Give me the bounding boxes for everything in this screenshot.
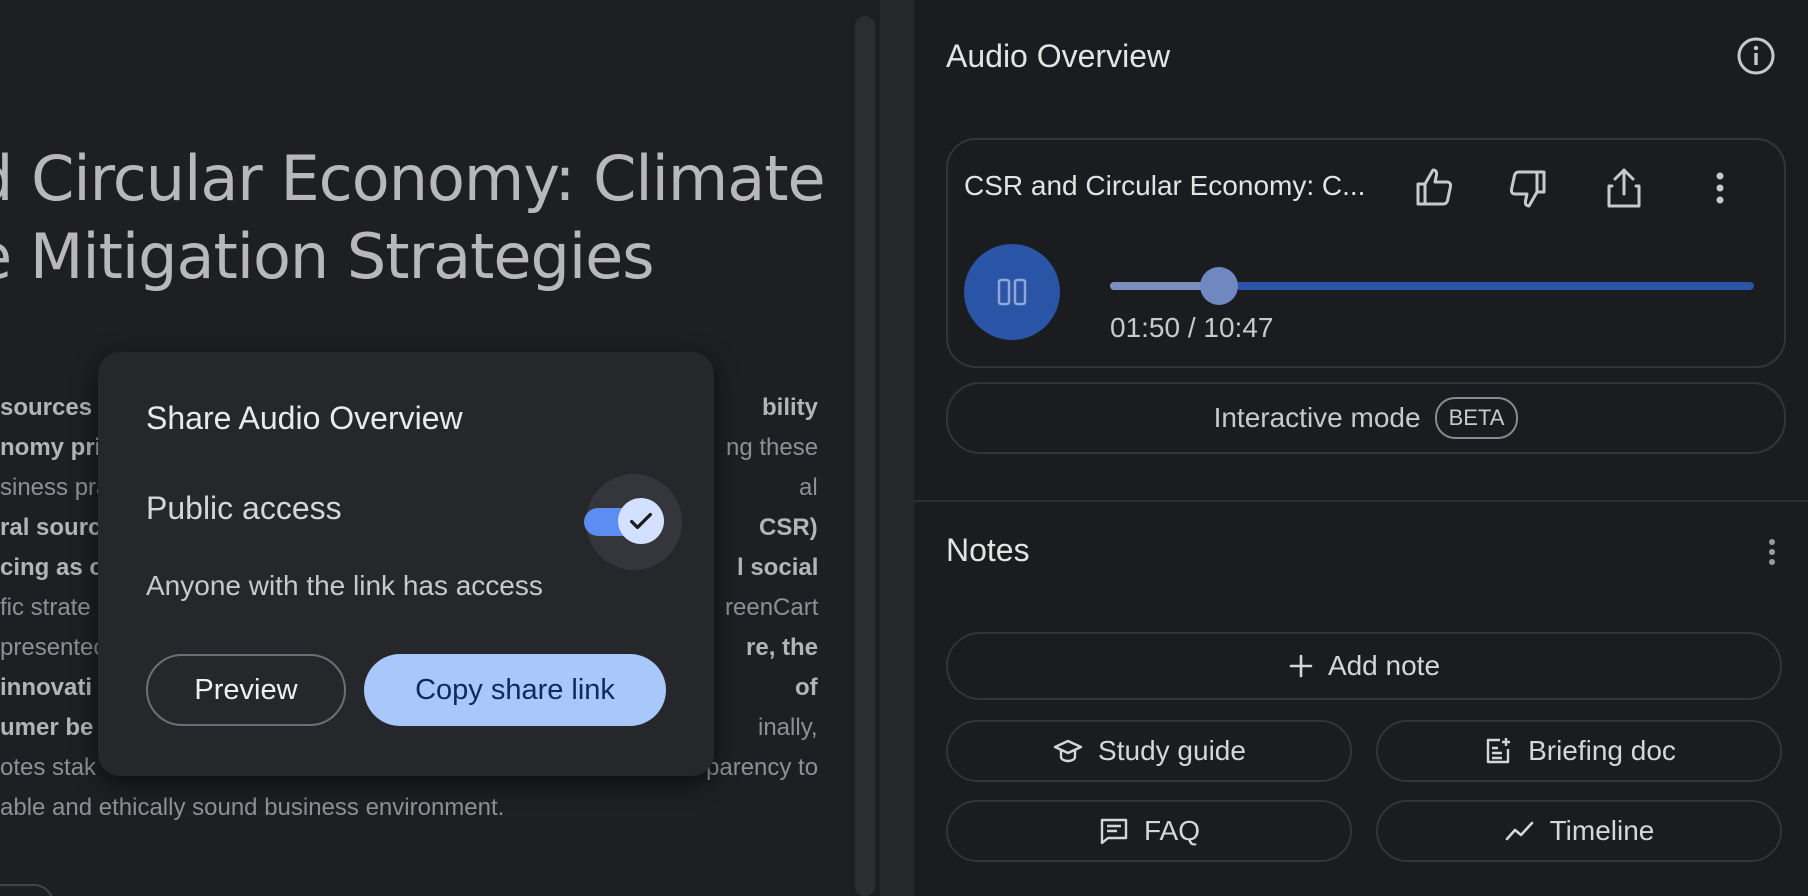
share-icon[interactable]	[1600, 164, 1648, 212]
more-vert-icon[interactable]	[1696, 164, 1744, 212]
thumbs-down-icon[interactable]	[1504, 164, 1552, 212]
faq-chat-icon	[1100, 818, 1128, 845]
panel-divider[interactable]	[880, 0, 914, 896]
document-title-line: e Mitigation Strategies	[0, 220, 655, 293]
pause-icon	[997, 278, 1027, 306]
public-access-toggle[interactable]	[584, 474, 682, 570]
checkmark-icon	[630, 512, 652, 530]
summary-fragment: able and ethically sound business enviro…	[0, 794, 505, 821]
public-access-label: Public access	[146, 490, 342, 526]
summary-fragment: of	[795, 674, 818, 701]
summary-fragment: innovati	[0, 674, 93, 701]
summary-fragment: nomy pri	[0, 434, 102, 461]
summary-fragment: siness pra	[0, 474, 110, 501]
faq-label: FAQ	[1143, 815, 1200, 846]
summary-fragment: al	[799, 474, 818, 501]
access-description: Anyone with the link has access	[146, 570, 543, 601]
summary-fragment: parency to	[706, 754, 819, 781]
summary-fragment: umer be	[0, 714, 94, 741]
summary-fragment: ng these	[726, 434, 819, 461]
summary-fragment: reenCart	[725, 594, 819, 621]
share-dialog: Share Audio Overview Public access Anyon…	[98, 352, 714, 776]
document-spark-icon	[1486, 738, 1511, 764]
graduation-cap-icon	[1053, 739, 1083, 763]
timeline-label: Timeline	[1549, 815, 1655, 846]
notes-heading: Notes	[946, 532, 1030, 568]
preview-button[interactable]: Preview	[146, 654, 346, 726]
summary-fragment: CSR)	[759, 514, 818, 541]
progress-thumb[interactable]	[1200, 267, 1239, 305]
thumbs-up-icon[interactable]	[1410, 164, 1458, 212]
document-title: d Circular Economy: Climate e Mitigation…	[0, 140, 826, 296]
summary-fragment: otes stak	[0, 754, 97, 781]
document-title-line: d Circular Economy: Climate	[0, 142, 826, 215]
summary-fragment: bility	[762, 394, 819, 421]
timeline-trend-icon	[1505, 821, 1533, 841]
section-divider	[914, 500, 1808, 502]
interactive-mode-button[interactable]: Interactive mode BETA	[946, 382, 1786, 454]
summary-fragment: re, the	[746, 634, 819, 661]
studio-panel: Audio Overview CSR and Circular Economy:…	[914, 0, 1808, 896]
document-chip[interactable]	[0, 884, 54, 896]
audio-progress-slider[interactable]	[1110, 267, 1754, 305]
summary-fragment: sources	[0, 394, 93, 421]
document-scrollbar[interactable]	[855, 16, 875, 896]
summary-fragment: l social	[737, 554, 819, 581]
pause-button[interactable]	[964, 244, 1060, 340]
toggle-knob	[618, 498, 664, 544]
summary-line: able and ethically sound business enviro…	[0, 788, 830, 828]
study-guide-button[interactable]: Study guide	[946, 720, 1352, 782]
study-guide-label: Study guide	[1098, 735, 1246, 766]
briefing-doc-button[interactable]: Briefing doc	[1376, 720, 1782, 782]
interactive-mode-label: Interactive mode	[1213, 402, 1421, 433]
add-note-label: Add note	[1327, 650, 1441, 681]
add-note-button[interactable]: Add note	[946, 632, 1782, 700]
summary-fragment: inally,	[758, 714, 818, 741]
share-dialog-title: Share Audio Overview	[146, 400, 463, 436]
timeline-button[interactable]: Timeline	[1376, 800, 1782, 862]
summary-fragment: cing as c	[0, 554, 103, 581]
plus-icon	[1289, 654, 1313, 678]
briefing-doc-label: Briefing doc	[1528, 735, 1676, 766]
summary-fragment: fic strate	[0, 594, 91, 621]
faq-button[interactable]: FAQ	[946, 800, 1352, 862]
copy-share-link-button[interactable]: Copy share link	[364, 654, 666, 726]
audio-player-card: CSR and Circular Economy: C... 01:50 / 1…	[946, 138, 1786, 368]
beta-badge: BETA	[1434, 397, 1519, 439]
notes-more-icon[interactable]	[1752, 532, 1792, 572]
audio-title: CSR and Circular Economy: C...	[964, 170, 1366, 201]
summary-fragment: presentec	[0, 634, 106, 661]
playback-time: 01:50 / 10:47	[1110, 312, 1274, 343]
summary-fragment: ral sourc	[0, 514, 102, 541]
audio-overview-heading: Audio Overview	[946, 38, 1171, 74]
info-icon[interactable]	[1736, 36, 1776, 76]
